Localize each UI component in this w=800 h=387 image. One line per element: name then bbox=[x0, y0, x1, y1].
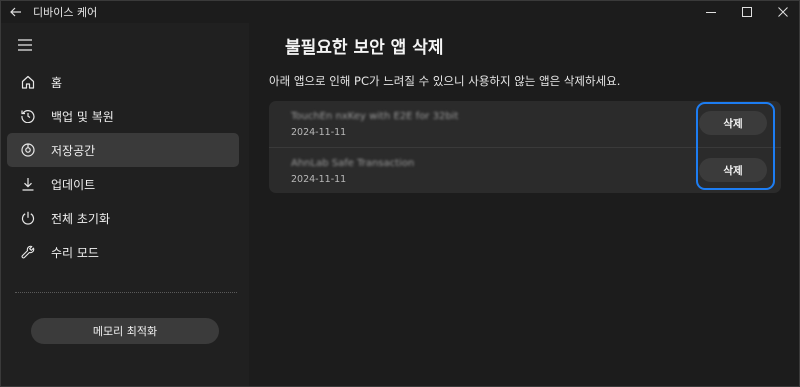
title-bar: 디바이스 케어 bbox=[1, 1, 799, 23]
device-care-window: 디바이스 케어 홈 백업 및 복원 저장공간 업데이트 전체 초기화 수리 모드… bbox=[0, 0, 800, 387]
delete-button[interactable]: 삭제 bbox=[699, 111, 767, 135]
home-icon bbox=[15, 65, 41, 99]
minimize-icon[interactable] bbox=[693, 1, 729, 23]
sidebar-item-update[interactable]: 업데이트 bbox=[7, 167, 239, 201]
sidebar-item-home[interactable]: 홈 bbox=[7, 65, 239, 99]
delete-button[interactable]: 삭제 bbox=[699, 158, 767, 182]
page-title: 불필요한 보안 앱 삭제 bbox=[285, 38, 444, 58]
sidebar-item-backup-restore[interactable]: 백업 및 복원 bbox=[7, 99, 239, 133]
main-content: 불필요한 보안 앱 삭제 아래 앱으로 인해 PC가 느려질 수 있으니 사용하… bbox=[249, 23, 799, 386]
app-name: TouchEn nxKey with E2E for 32bit bbox=[291, 111, 459, 122]
memory-optimize-button[interactable]: 메모리 최적화 bbox=[31, 318, 219, 344]
sidebar-item-label: 수리 모드 bbox=[51, 245, 99, 260]
app-name: AhnLab Safe Transaction bbox=[291, 158, 415, 169]
back-arrow-icon[interactable] bbox=[1, 1, 31, 23]
page-description: 아래 앱으로 인해 PC가 느려질 수 있으니 사용하지 않는 앱은 삭제하세요… bbox=[269, 74, 621, 88]
list-item: TouchEn nxKey with E2E for 32bit 2024-11… bbox=[269, 101, 781, 147]
sidebar-item-label: 홈 bbox=[51, 75, 63, 90]
maximize-icon[interactable] bbox=[729, 1, 765, 23]
sidebar-item-label: 백업 및 복원 bbox=[51, 109, 114, 124]
app-date: 2024-11-11 bbox=[291, 127, 347, 138]
sidebar-item-label: 업데이트 bbox=[51, 177, 96, 192]
window-controls bbox=[693, 1, 799, 23]
hamburger-menu-icon[interactable] bbox=[15, 35, 35, 55]
sidebar-divider bbox=[15, 292, 237, 293]
update-download-icon bbox=[15, 167, 41, 201]
sidebar-item-repair-mode[interactable]: 수리 모드 bbox=[7, 235, 239, 269]
backup-restore-icon bbox=[15, 99, 41, 133]
reset-icon bbox=[15, 201, 41, 235]
sidebar: 홈 백업 및 복원 저장공간 업데이트 전체 초기화 수리 모드 메모리 최적화 bbox=[1, 23, 249, 386]
app-date: 2024-11-11 bbox=[291, 174, 347, 185]
security-app-list: TouchEn nxKey with E2E for 32bit 2024-11… bbox=[269, 101, 781, 193]
sidebar-item-reset[interactable]: 전체 초기화 bbox=[7, 201, 239, 235]
storage-icon bbox=[15, 133, 41, 167]
window-title: 디바이스 케어 bbox=[33, 6, 98, 19]
close-icon[interactable] bbox=[765, 1, 799, 23]
sidebar-item-label: 전체 초기화 bbox=[51, 211, 111, 226]
list-item: AhnLab Safe Transaction 2024-11-11 삭제 bbox=[269, 147, 781, 193]
sidebar-nav: 홈 백업 및 복원 저장공간 업데이트 전체 초기화 수리 모드 bbox=[1, 65, 249, 269]
wrench-icon bbox=[15, 235, 41, 269]
sidebar-item-label: 저장공간 bbox=[51, 143, 96, 158]
sidebar-item-storage[interactable]: 저장공간 bbox=[7, 133, 239, 167]
